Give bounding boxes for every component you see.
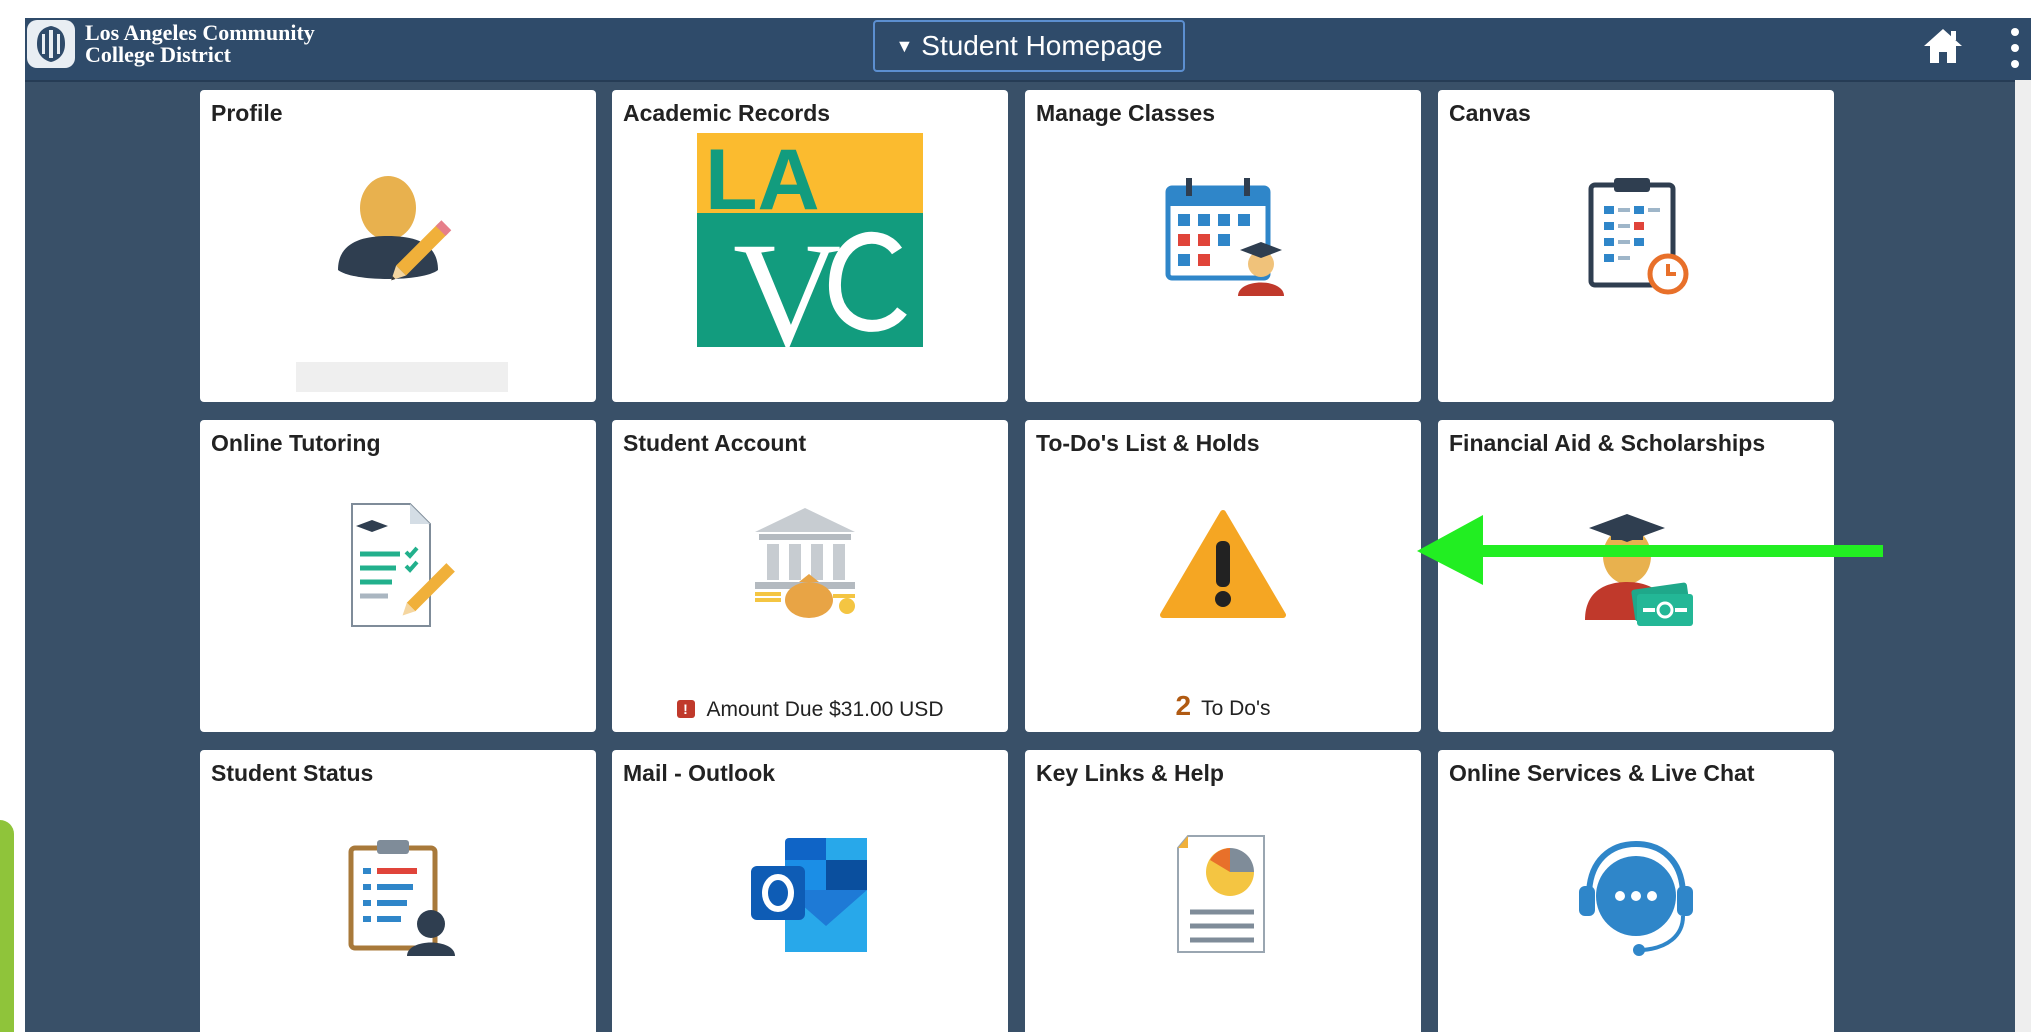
tile-title: Key Links & Help: [1036, 760, 1224, 786]
district-logo[interactable]: Los Angeles Community College District: [27, 20, 315, 68]
clipboard-clock-icon: [1588, 178, 1689, 295]
tile-title: Profile: [211, 100, 283, 126]
calendar-student-icon: [1165, 178, 1284, 296]
tile-student-status[interactable]: Student Status: [200, 750, 596, 1032]
todo-count: 2: [1175, 690, 1192, 721]
tile-title: Mail - Outlook: [623, 760, 776, 786]
tile-title: Student Status: [211, 760, 374, 786]
more-vertical-icon[interactable]: [2007, 24, 2023, 72]
clipboard-person-icon: [348, 840, 455, 956]
tile-mail-outlook[interactable]: Mail - Outlook: [612, 750, 1008, 1032]
amount-due-line: ! Amount Due $31.00 USD: [612, 698, 1008, 722]
logo-line-2: College District: [85, 42, 231, 67]
tile-profile[interactable]: Profile: [200, 90, 596, 402]
tile-student-account[interactable]: Student Account ! Amount Due $31.00 USD: [612, 420, 1008, 732]
tile-academic-records[interactable]: Academic Records LA V: [612, 90, 1008, 402]
amount-due-text: Amount Due $31.00 USD: [706, 698, 944, 721]
home-icon[interactable]: [1921, 24, 1965, 68]
tile-title: Online Tutoring: [211, 430, 381, 456]
profile-name-placeholder: [296, 362, 508, 392]
tile-title: Manage Classes: [1036, 100, 1215, 126]
tile-canvas[interactable]: Canvas: [1438, 90, 1834, 402]
bank-money-icon: [755, 508, 855, 618]
tile-title: To-Do's List & Holds: [1036, 430, 1260, 456]
alert-badge-icon: !: [676, 700, 695, 718]
svg-text:V: V: [733, 212, 841, 347]
report-pie-icon: [1177, 835, 1265, 953]
warning-icon: [1160, 510, 1286, 618]
top-banner: Los Angeles Community College District ▼…: [25, 18, 2031, 82]
logo-line-1: Los Angeles Community: [85, 20, 315, 45]
tile-online-services-chat[interactable]: Online Services & Live Chat: [1438, 750, 1834, 1032]
left-margin: [0, 0, 25, 1032]
tile-todo-holds[interactable]: To-Do's List & Holds 2 To Do's: [1025, 420, 1421, 732]
tile-title: Financial Aid & Scholarships: [1449, 430, 1766, 456]
tile-title: Online Services & Live Chat: [1449, 760, 1755, 786]
todo-label: To Do's: [1201, 697, 1271, 720]
district-seal-icon: [27, 20, 75, 68]
tile-manage-classes[interactable]: Manage Classes: [1025, 90, 1421, 402]
tile-key-links-help[interactable]: Key Links & Help: [1025, 750, 1421, 1032]
headset-chat-icon: [1579, 840, 1693, 956]
green-annotation-arrow: [1417, 515, 1883, 585]
document-checklist-icon: [351, 503, 455, 627]
vertical-scrollbar[interactable]: [2015, 80, 2031, 1032]
caret-down-icon: ▼: [895, 35, 914, 56]
homepage-selector-button[interactable]: ▼ Student Homepage: [873, 20, 1185, 72]
decorative-leaf: [0, 820, 14, 1032]
homepage-label: Student Homepage: [921, 30, 1163, 61]
tile-title: Academic Records: [623, 100, 831, 126]
lavc-logo: LA V: [697, 133, 923, 347]
todo-summary: 2 To Do's: [1025, 690, 1421, 722]
outlook-icon: [751, 838, 867, 952]
tile-title: Canvas: [1449, 100, 1531, 126]
tile-title: Student Account: [623, 430, 807, 456]
tile-online-tutoring[interactable]: Online Tutoring: [200, 420, 596, 732]
profile-icon: [338, 176, 452, 281]
